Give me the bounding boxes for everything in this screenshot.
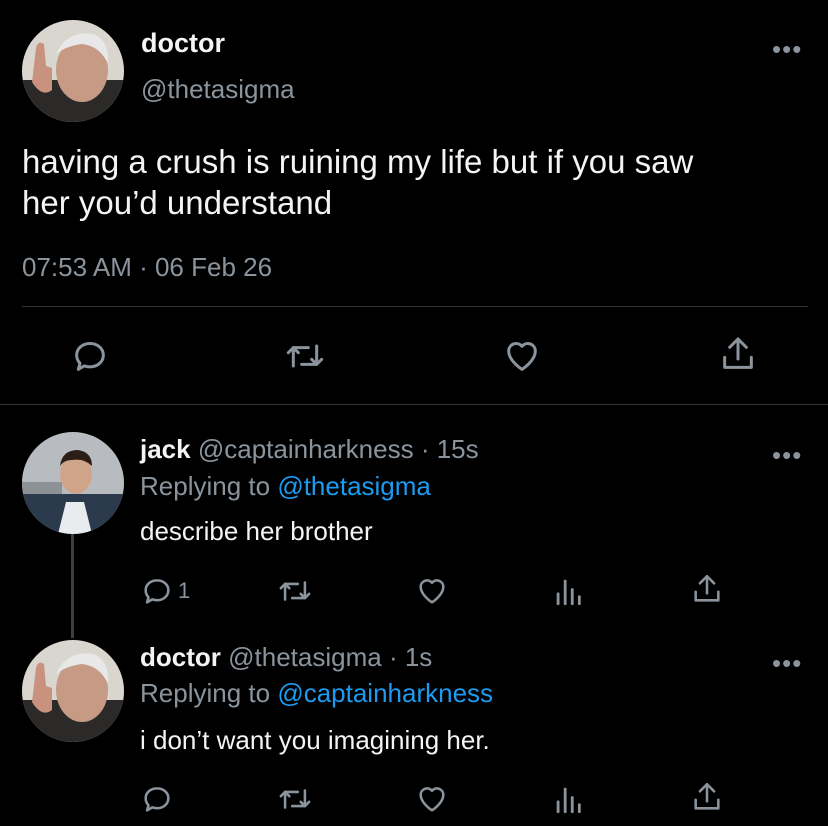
share-icon[interactable] <box>690 572 724 606</box>
tweet-timestamp: 07:53 AM · 06 Feb 26 <box>22 252 273 282</box>
reply-count: 1 <box>178 578 191 603</box>
avatar[interactable] <box>22 640 124 742</box>
display-name[interactable]: doctor <box>141 28 225 59</box>
analytics-icon[interactable] <box>553 574 583 608</box>
more-options-icon[interactable]: ••• <box>772 36 802 62</box>
tweet-text-line-1: having a crush is ruining my life but if… <box>22 143 694 180</box>
replying-to-link[interactable]: @thetasigma <box>277 471 431 501</box>
reply-time[interactable]: · 15s <box>421 434 479 464</box>
reply-icon[interactable] <box>140 574 174 608</box>
display-name[interactable]: jack <box>140 434 191 464</box>
like-icon[interactable] <box>414 782 450 816</box>
user-handle[interactable]: @thetasigma <box>228 642 382 672</box>
more-options-icon[interactable]: ••• <box>772 442 802 468</box>
analytics-icon[interactable] <box>553 782 583 816</box>
retweet-icon[interactable] <box>276 574 314 608</box>
replying-to-line: Replying to @captainharkness <box>140 678 493 709</box>
user-handle[interactable]: @captainharkness <box>198 434 414 464</box>
reply-text: describe her brother <box>140 516 373 546</box>
user-handle[interactable]: @thetasigma <box>141 74 295 105</box>
reply-icon[interactable] <box>140 782 174 816</box>
reply-text: i don’t want you imagining her. <box>140 725 490 755</box>
reply-icon[interactable] <box>70 336 110 376</box>
avatar[interactable] <box>22 20 124 122</box>
replying-to-label: Replying to <box>140 471 271 501</box>
share-icon[interactable] <box>718 334 758 374</box>
share-icon[interactable] <box>690 780 724 814</box>
replying-to-link[interactable]: @captainharkness <box>277 678 493 708</box>
reply-time[interactable]: · 1s <box>389 642 432 672</box>
reply-header: jack @captainharkness · 15s <box>140 434 479 465</box>
more-options-icon[interactable]: ••• <box>772 650 802 676</box>
replying-to-label: Replying to <box>140 678 271 708</box>
like-icon[interactable] <box>501 336 543 376</box>
avatar[interactable] <box>22 432 124 534</box>
section-divider <box>0 404 828 405</box>
retweet-icon[interactable] <box>276 782 314 816</box>
tweet-text-line-2: her you’d understand <box>22 184 333 221</box>
display-name[interactable]: doctor <box>140 642 221 672</box>
divider <box>22 306 808 307</box>
retweet-icon[interactable] <box>283 336 327 376</box>
like-icon[interactable] <box>414 574 450 608</box>
reply-header: doctor @thetasigma · 1s <box>140 642 432 673</box>
replying-to-line: Replying to @thetasigma <box>140 471 431 502</box>
thread-line <box>71 534 74 638</box>
